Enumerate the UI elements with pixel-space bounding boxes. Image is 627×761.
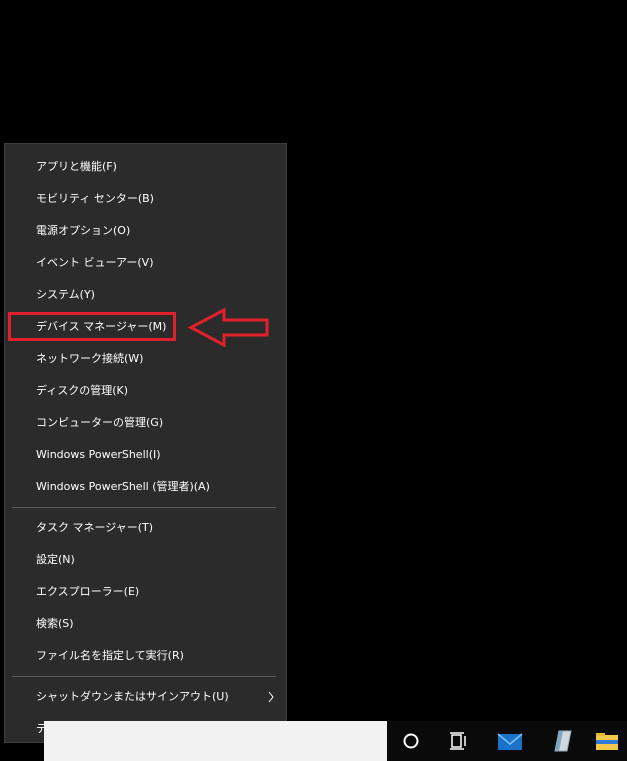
menu-item-power-options[interactable]: 電源オプション(O) (5, 216, 286, 246)
menu-item-search[interactable]: 検索(S) (5, 609, 286, 639)
file-explorer-icon[interactable] (585, 721, 627, 761)
mail-icon[interactable] (488, 721, 532, 761)
winx-context-menu: アプリと機能(F) モビリティ センター(B) 電源オプション(O) イベント … (4, 143, 287, 743)
menu-item-label: シャットダウンまたはサインアウト(U) (36, 690, 229, 703)
menu-item-task-manager[interactable]: タスク マネージャー(T) (5, 513, 286, 543)
menu-item-powershell[interactable]: Windows PowerShell(I) (5, 440, 286, 470)
menu-item-settings[interactable]: 設定(N) (5, 545, 286, 575)
left-arrow-outline-icon (188, 307, 269, 348)
menu-item-powershell-admin[interactable]: Windows PowerShell (管理者)(A) (5, 472, 286, 502)
chevron-right-icon (268, 691, 274, 703)
menu-separator (12, 676, 276, 677)
cortana-circle-icon[interactable] (389, 721, 433, 761)
menu-item-computer-management[interactable]: コンピューターの管理(G) (5, 408, 286, 438)
menu-item-run[interactable]: ファイル名を指定して実行(R) (5, 641, 286, 671)
task-view-icon[interactable] (437, 721, 481, 761)
notepad-icon[interactable] (539, 721, 583, 761)
menu-item-shutdown-signout[interactable]: シャットダウンまたはサインアウト(U) (5, 682, 286, 712)
highlight-box (8, 312, 176, 341)
menu-item-apps-features[interactable]: アプリと機能(F) (5, 152, 286, 182)
menu-item-mobility-center[interactable]: モビリティ センター(B) (5, 184, 286, 214)
menu-item-event-viewer[interactable]: イベント ビューアー(V) (5, 248, 286, 278)
taskbar-search-area[interactable] (44, 721, 387, 761)
menu-separator (12, 507, 276, 508)
menu-item-disk-management[interactable]: ディスクの管理(K) (5, 376, 286, 406)
menu-item-network-connections[interactable]: ネットワーク接続(W) (5, 344, 286, 374)
menu-item-explorer[interactable]: エクスプローラー(E) (5, 577, 286, 607)
menu-item-system[interactable]: システム(Y) (5, 280, 286, 310)
taskbar (387, 721, 627, 761)
